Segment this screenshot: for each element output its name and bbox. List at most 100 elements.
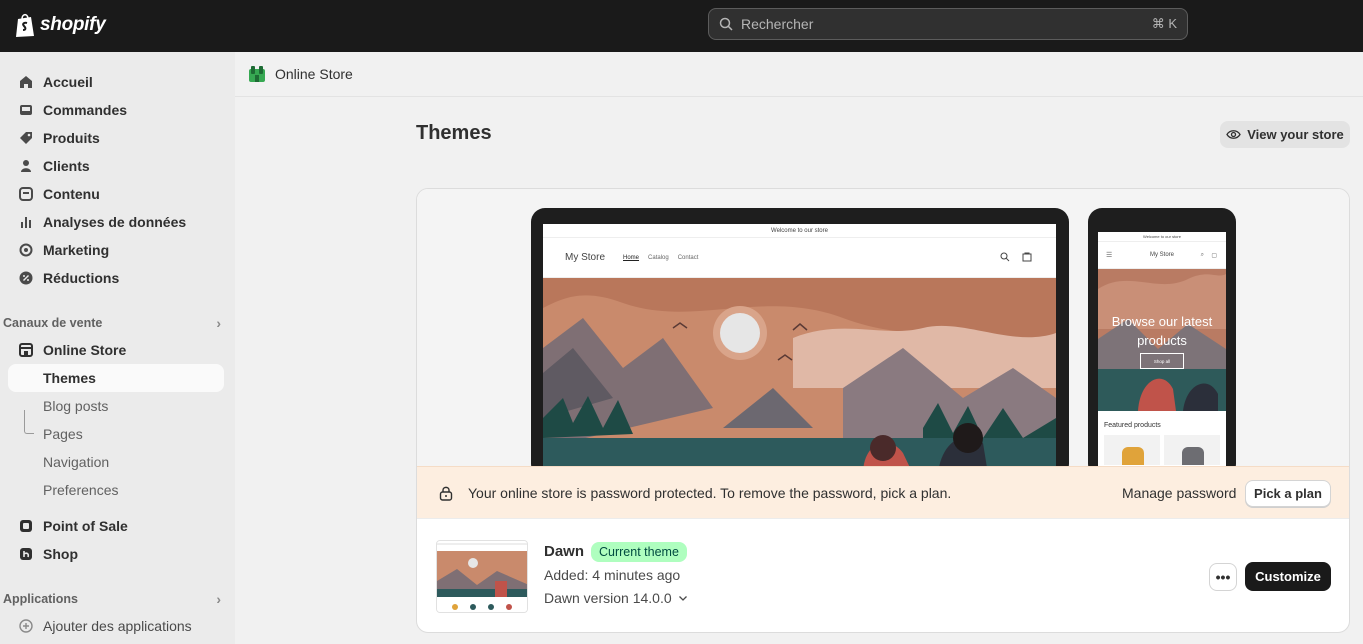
sidebar-item-accueil[interactable]: Accueil bbox=[8, 68, 224, 96]
sidebar-item-label: Commandes bbox=[43, 102, 128, 118]
password-banner-text: Your online store is password protected.… bbox=[468, 484, 952, 501]
theme-name: Dawn bbox=[544, 543, 585, 560]
sidebar-item-commandes[interactable]: Commandes bbox=[8, 96, 224, 124]
search-placeholder: Rechercher bbox=[741, 16, 814, 32]
tshirt-icon bbox=[1122, 447, 1144, 465]
store-icon bbox=[17, 341, 35, 359]
sales-channels-label: Canaux de vente bbox=[3, 316, 103, 330]
home-icon bbox=[17, 73, 35, 91]
manage-password-link[interactable]: Manage password bbox=[1122, 485, 1236, 501]
current-theme-row: Dawn Current theme Added: 4 minutes ago … bbox=[417, 520, 1349, 632]
desktop-preview-screen: Welcome to our store My Store Home Catal… bbox=[543, 224, 1056, 474]
cart-icon: ▢ bbox=[1211, 252, 1217, 259]
eye-icon bbox=[1226, 130, 1241, 139]
sidebar-item-clients[interactable]: Clients bbox=[8, 152, 224, 180]
more-actions-button[interactable]: ••• bbox=[1209, 563, 1237, 591]
view-store-button[interactable]: View your store bbox=[1220, 121, 1350, 148]
lock-icon bbox=[439, 486, 453, 501]
plus-circle-icon bbox=[17, 617, 35, 635]
customize-button[interactable]: Customize bbox=[1245, 562, 1331, 591]
store-nav-home: Home bbox=[623, 254, 640, 261]
chevron-right-icon: › bbox=[216, 591, 221, 607]
applications-label: Applications bbox=[3, 592, 79, 606]
sidebar-item-label: Online Store bbox=[43, 342, 127, 358]
theme-thumbnail-image bbox=[437, 541, 527, 612]
cart-icon bbox=[1022, 252, 1032, 262]
sidebar-item-label: Produits bbox=[43, 130, 100, 146]
point-of-sale-icon bbox=[17, 517, 35, 535]
chevron-down-icon bbox=[678, 595, 687, 601]
tshirt-icon bbox=[1182, 447, 1204, 465]
view-store-label: View your store bbox=[1247, 127, 1344, 142]
store-nav-contact: Contact bbox=[677, 254, 699, 261]
sidebar-item-label: Analyses de données bbox=[43, 214, 187, 230]
mobile-announcement-bar: Welcome to our store bbox=[1098, 232, 1226, 242]
page-title: Themes bbox=[416, 122, 492, 144]
online-store-icon bbox=[249, 66, 265, 82]
mobile-store-header: ☰ My Store ⌕ ▢ bbox=[1098, 242, 1226, 269]
sidebar-item-label: Shop bbox=[43, 546, 78, 562]
theme-version-toggle[interactable]: Dawn version 14.0.0 bbox=[544, 590, 688, 606]
inbox-icon bbox=[17, 101, 35, 119]
sidebar: Accueil Commandes Produits Clients Conte… bbox=[0, 52, 235, 644]
search-icon: ⌕ bbox=[1200, 251, 1204, 258]
mobile-hero-heading: Browse our latest products bbox=[1111, 314, 1213, 348]
mobile-preview-screen: Welcome to our store ☰ My Store ⌕ ▢ Brow… bbox=[1098, 232, 1226, 472]
product-card bbox=[1104, 435, 1160, 465]
sidebar-item-analyses[interactable]: Analyses de données bbox=[8, 208, 224, 236]
breadcrumb-title[interactable]: Online Store bbox=[275, 66, 353, 82]
bar-chart-icon bbox=[17, 213, 35, 231]
announcement-bar: Welcome to our store bbox=[543, 224, 1056, 238]
store-name: My Store bbox=[565, 252, 606, 263]
sidebar-item-marketing[interactable]: Marketing bbox=[8, 236, 224, 264]
sidebar-subitem-themes[interactable]: Themes bbox=[8, 364, 224, 392]
search-shortcut: ⌘ K bbox=[1151, 16, 1177, 31]
menu-icon: ☰ bbox=[1106, 252, 1113, 259]
store-header: My Store Home Catalog Contact bbox=[543, 238, 1056, 278]
sidebar-item-produits[interactable]: Produits bbox=[8, 124, 224, 152]
theme-thumbnail[interactable] bbox=[436, 540, 528, 613]
sidebar-item-label: Accueil bbox=[43, 74, 93, 90]
sidebar-item-contenu[interactable]: Contenu bbox=[8, 180, 224, 208]
sidebar-item-label: Réductions bbox=[43, 270, 120, 286]
sidebar-item-label: Point of Sale bbox=[43, 518, 128, 534]
discount-icon bbox=[17, 269, 35, 287]
shopify-bag-icon bbox=[16, 13, 34, 37]
sidebar-item-online-store[interactable]: Online Store bbox=[8, 336, 224, 364]
theme-card: Welcome to our store My Store Home Catal… bbox=[416, 188, 1350, 633]
sidebar-item-label: Clients bbox=[43, 158, 90, 174]
target-icon bbox=[17, 241, 35, 259]
tree-connector bbox=[24, 410, 34, 434]
search-icon bbox=[719, 17, 733, 31]
applications-header[interactable]: Applications › bbox=[3, 591, 221, 607]
pick-plan-button[interactable]: Pick a plan bbox=[1245, 480, 1331, 507]
search-input[interactable]: Rechercher ⌘ K bbox=[708, 8, 1188, 40]
sidebar-item-add-apps[interactable]: Ajouter des applications bbox=[8, 612, 224, 640]
tag-icon bbox=[17, 129, 35, 147]
sidebar-subitem-pages[interactable]: Pages bbox=[43, 420, 83, 448]
breadcrumb: Online Store bbox=[235, 52, 1363, 97]
sidebar-item-label: Contenu bbox=[43, 186, 100, 202]
brand-name: shopify bbox=[40, 14, 106, 35]
shopify-logo[interactable]: shopify bbox=[14, 12, 106, 38]
sidebar-item-point-of-sale[interactable]: Point of Sale bbox=[8, 512, 224, 540]
shop-icon bbox=[17, 545, 35, 563]
sidebar-subitem-navigation[interactable]: Navigation bbox=[43, 448, 109, 476]
sidebar-item-reductions[interactable]: Réductions bbox=[8, 264, 224, 292]
mobile-store-name: My Store bbox=[1149, 252, 1174, 258]
store-header-icons bbox=[1000, 252, 1032, 262]
sidebar-item-label: Ajouter des applications bbox=[43, 618, 192, 634]
password-banner: Your online store is password protected.… bbox=[417, 466, 1349, 519]
sidebar-item-label: Marketing bbox=[43, 242, 110, 258]
sidebar-item-shop[interactable]: Shop bbox=[8, 540, 224, 568]
sidebar-subitem-preferences[interactable]: Preferences bbox=[43, 476, 118, 504]
theme-version: Dawn version 14.0.0 bbox=[544, 590, 672, 606]
mobile-hero: Browse our latest products Shop all bbox=[1098, 269, 1226, 411]
sidebar-subitem-blog-posts[interactable]: Blog posts bbox=[43, 392, 108, 420]
theme-preview[interactable]: Welcome to our store My Store Home Catal… bbox=[417, 189, 1349, 478]
desktop-preview-frame: Welcome to our store My Store Home Catal… bbox=[531, 208, 1069, 478]
content-icon bbox=[17, 185, 35, 203]
product-card bbox=[1164, 435, 1220, 465]
sales-channels-header[interactable]: Canaux de vente › bbox=[3, 315, 221, 331]
top-bar: shopify Rechercher ⌘ K bbox=[0, 0, 1363, 52]
